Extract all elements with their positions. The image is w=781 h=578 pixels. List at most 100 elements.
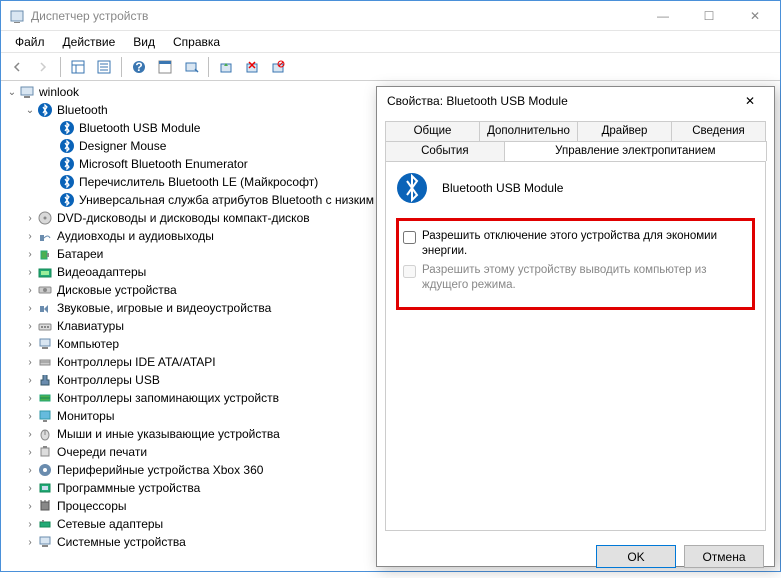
network-adapters-icon: [37, 516, 53, 532]
bluetooth-icon: [59, 120, 75, 136]
display-adapters-icon: [37, 264, 53, 280]
print-queues-icon: [37, 444, 53, 460]
tree-label: Компьютер: [57, 337, 119, 351]
tree-label: DVD-дисководы и дисководы компакт-дисков: [57, 211, 310, 225]
tab-strip: Общие Дополнительно Драйвер Сведения Соб…: [385, 121, 766, 161]
allow-power-off-checkbox[interactable]: [403, 231, 416, 244]
tree-label: Системные устройства: [57, 535, 186, 549]
expander-icon[interactable]: ⌄: [5, 87, 19, 98]
expander-icon[interactable]: ›: [23, 285, 37, 296]
tree-label: Батареи: [57, 247, 103, 261]
svg-text:?: ?: [135, 60, 142, 74]
bluetooth-large-icon: [396, 172, 428, 204]
tree-label: Мониторы: [57, 409, 114, 423]
bluetooth-icon: [37, 102, 53, 118]
menu-help[interactable]: Справка: [165, 33, 228, 51]
computer-icon: [37, 336, 53, 352]
expander-icon[interactable]: ›: [23, 501, 37, 512]
usb-controllers-icon: [37, 372, 53, 388]
tab-advanced[interactable]: Дополнительно: [479, 121, 578, 142]
ok-button[interactable]: OK: [596, 545, 676, 568]
help-button[interactable]: ?: [127, 55, 151, 79]
toolbar-separator: [60, 57, 61, 77]
tab-details[interactable]: Сведения: [671, 121, 766, 142]
xbox-peripherals-icon: [37, 462, 53, 478]
dvd-icon: [37, 210, 53, 226]
dialog-close-button[interactable]: ✕: [730, 87, 770, 115]
tree-label: Bluetooth: [57, 103, 108, 117]
cancel-button[interactable]: Отмена: [684, 545, 764, 568]
expander-icon[interactable]: ⌄: [23, 105, 37, 116]
disk-drives-icon: [37, 282, 53, 298]
tree-label: Microsoft Bluetooth Enumerator: [79, 157, 248, 171]
expander-icon[interactable]: ›: [23, 375, 37, 386]
expander-icon[interactable]: ›: [23, 465, 37, 476]
menu-file[interactable]: Файл: [7, 33, 53, 51]
scan-button[interactable]: [179, 55, 203, 79]
forward-button[interactable]: [31, 55, 55, 79]
expander-icon[interactable]: ›: [23, 321, 37, 332]
expander-icon[interactable]: ›: [23, 519, 37, 530]
batteries-icon: [37, 246, 53, 262]
expander-icon[interactable]: ›: [23, 429, 37, 440]
monitors-icon: [37, 408, 53, 424]
checkbox-label: Разрешить этому устройству выводить комп…: [422, 263, 748, 293]
ide-controllers-icon: [37, 354, 53, 370]
tab-events[interactable]: События: [385, 141, 505, 161]
properties-dialog: Свойства: Bluetooth USB Module ✕ Общие Д…: [376, 86, 775, 567]
minimize-button[interactable]: —: [640, 1, 686, 30]
back-button[interactable]: [5, 55, 29, 79]
keyboards-icon: [37, 318, 53, 334]
maximize-button[interactable]: ☐: [686, 1, 732, 30]
uninstall-button[interactable]: [240, 55, 264, 79]
expander-icon[interactable]: ›: [23, 339, 37, 350]
expander-icon[interactable]: ›: [23, 213, 37, 224]
menu-view[interactable]: Вид: [125, 33, 163, 51]
expander-icon[interactable]: ›: [23, 447, 37, 458]
tree-label: Звуковые, игровые и видеоустройства: [57, 301, 271, 315]
tree-label: Процессоры: [57, 499, 127, 513]
bluetooth-icon: [59, 138, 75, 154]
tree-label: Периферийные устройства Xbox 360: [57, 463, 263, 477]
dialog-titlebar: Свойства: Bluetooth USB Module ✕: [377, 87, 774, 115]
computer-icon: [19, 84, 35, 100]
expander-icon[interactable]: ›: [23, 249, 37, 260]
expander-icon[interactable]: ›: [23, 411, 37, 422]
expander-icon[interactable]: ›: [23, 483, 37, 494]
tree-label: Очереди печати: [57, 445, 147, 459]
expander-icon[interactable]: ›: [23, 303, 37, 314]
tab-general[interactable]: Общие: [385, 121, 480, 142]
tree-label: Сетевые адаптеры: [57, 517, 163, 531]
expander-icon[interactable]: ›: [23, 393, 37, 404]
details-button[interactable]: [153, 55, 177, 79]
tree-label: Контроллеры USB: [57, 373, 160, 387]
expander-icon[interactable]: ›: [23, 537, 37, 548]
tab-power-management[interactable]: Управление электропитанием: [504, 141, 767, 161]
software-devices-icon: [37, 480, 53, 496]
audio-io-icon: [37, 228, 53, 244]
tree-label: Клавиатуры: [57, 319, 124, 333]
show-tree-button[interactable]: [66, 55, 90, 79]
expander-icon[interactable]: ›: [23, 357, 37, 368]
tree-label: Программные устройства: [57, 481, 200, 495]
app-icon: [9, 8, 25, 24]
update-driver-button[interactable]: [214, 55, 238, 79]
tree-label: Перечислитель Bluetooth LE (Майкрософт): [79, 175, 318, 189]
menu-action[interactable]: Действие: [55, 33, 124, 51]
tree-label: Designer Mouse: [79, 139, 166, 153]
highlight-box: Разрешить отключение этого устройства дл…: [396, 218, 755, 310]
toolbar-separator: [208, 57, 209, 77]
mice-icon: [37, 426, 53, 442]
tree-label: Аудиовходы и аудиовыходы: [57, 229, 214, 243]
properties-toolbar-button[interactable]: [92, 55, 116, 79]
storage-controllers-icon: [37, 390, 53, 406]
expander-icon[interactable]: ›: [23, 267, 37, 278]
titlebar: Диспетчер устройств — ☐ ✕: [1, 1, 780, 31]
expander-icon[interactable]: ›: [23, 231, 37, 242]
tab-driver[interactable]: Драйвер: [577, 121, 672, 142]
tree-label: Bluetooth USB Module: [79, 121, 200, 135]
window-title: Диспетчер устройств: [31, 9, 640, 23]
close-button[interactable]: ✕: [732, 1, 778, 30]
processors-icon: [37, 498, 53, 514]
disable-button[interactable]: [266, 55, 290, 79]
